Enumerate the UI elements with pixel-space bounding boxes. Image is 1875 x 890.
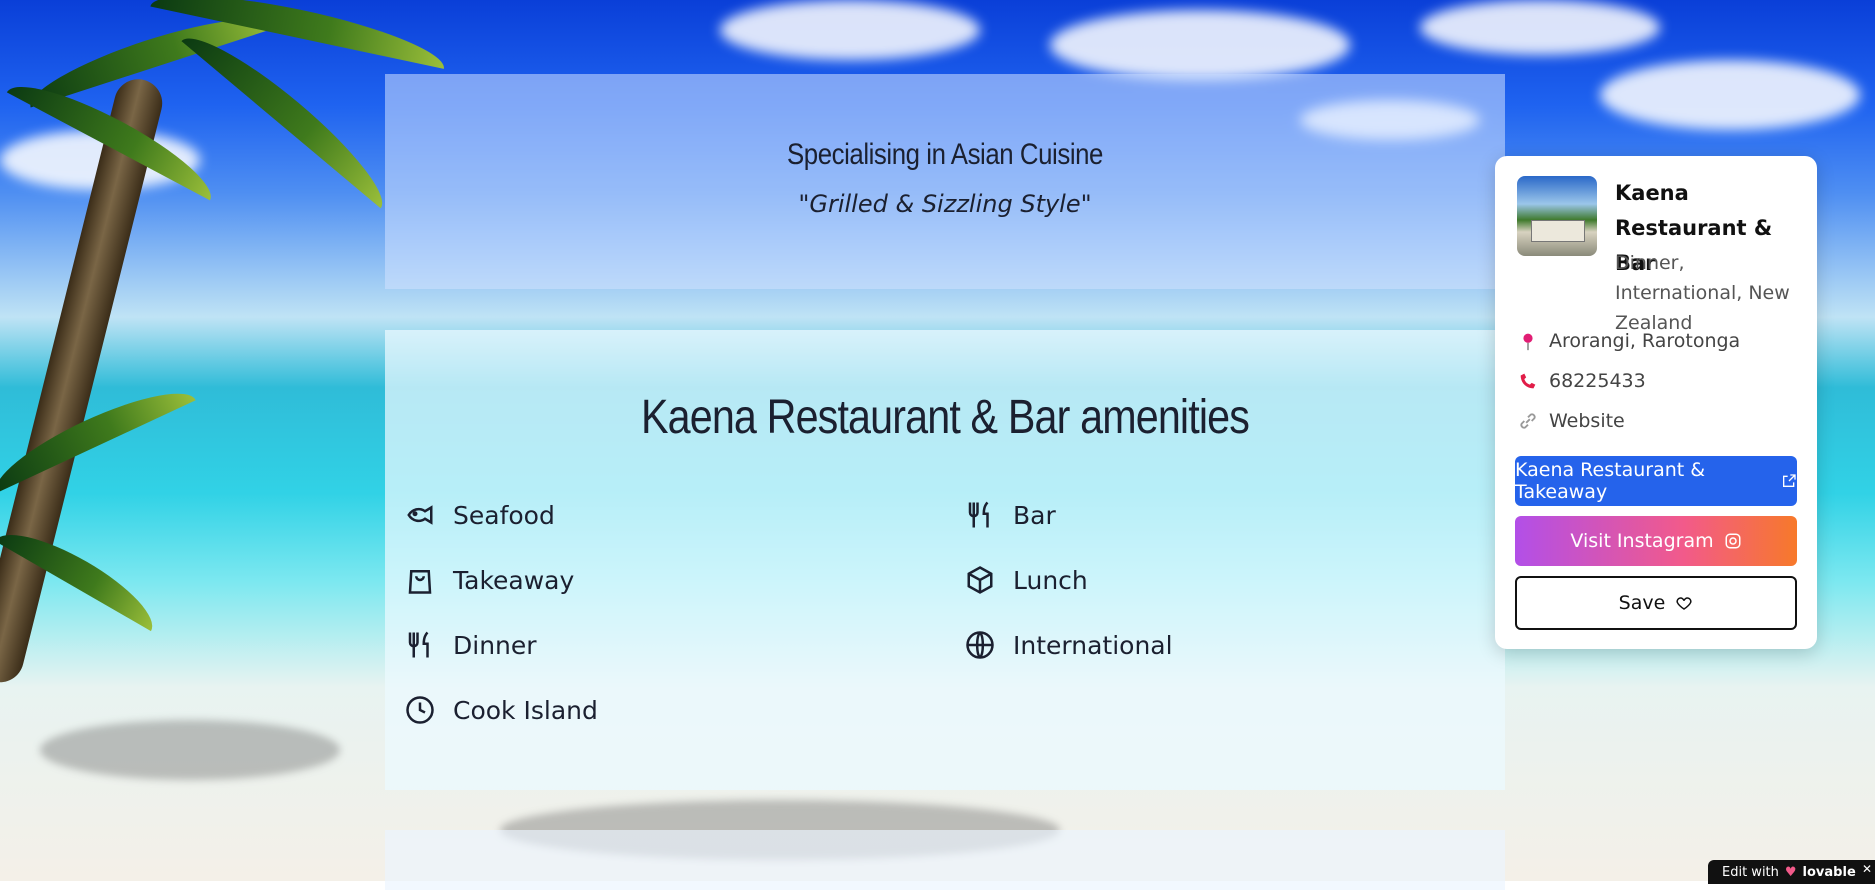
phone-icon: [1520, 373, 1536, 389]
amenity-label: International: [1013, 630, 1173, 660]
amenity-international: International: [965, 630, 1173, 660]
heart-icon: ♥: [1784, 864, 1797, 880]
badge-brand: lovable: [1802, 864, 1856, 880]
amenity-cook-island: Cook Island: [405, 695, 598, 725]
next-section-panel: [385, 830, 1505, 890]
save-button-label: Save: [1618, 592, 1666, 614]
edit-with-lovable-badge[interactable]: Edit with ♥ lovable ✕: [1708, 860, 1875, 884]
amenity-label: Lunch: [1013, 565, 1088, 595]
shopping-bag-icon: [408, 570, 432, 594]
instagram-button-label: Visit Instagram: [1570, 530, 1714, 552]
amenities-panel: Kaena Restaurant & Bar amenities Seafood…: [385, 330, 1505, 790]
amenity-label: Dinner: [453, 630, 537, 660]
website-row: Website: [1517, 410, 1625, 432]
business-categories: Dinner, International, New Zealand: [1615, 252, 1790, 334]
website-link[interactable]: Website: [1549, 410, 1625, 432]
clock-icon: [406, 696, 434, 724]
utensils-icon: [408, 631, 429, 658]
external-link-icon: [1783, 474, 1796, 487]
box-icon: [967, 566, 993, 594]
amenity-label: Takeaway: [453, 565, 575, 595]
specialty-heading: Specialising in Asian Cuisine: [787, 138, 1103, 171]
badge-text: Edit with: [1722, 864, 1779, 880]
restaurant-thumbnail[interactable]: [1517, 176, 1597, 256]
fish-icon: [407, 505, 433, 525]
amenity-bar: Bar: [965, 500, 1056, 530]
link-icon: [1520, 413, 1536, 429]
amenity-seafood: Seafood: [405, 500, 555, 530]
amenity-dinner: Dinner: [405, 630, 537, 660]
cuisine-header-panel: Specialising in Asian Cuisine "Grilled &…: [385, 74, 1505, 289]
amenity-takeaway: Takeaway: [405, 565, 574, 595]
instagram-icon: [1725, 533, 1741, 549]
instagram-button[interactable]: Visit Instagram: [1515, 516, 1797, 566]
amenity-label: Seafood: [453, 500, 555, 530]
pin-icon: [1523, 333, 1533, 351]
phone-row: 68225433: [1517, 370, 1646, 392]
save-button[interactable]: Save: [1515, 576, 1797, 630]
takeaway-button-label: Kaena Restaurant & Takeaway: [1515, 459, 1706, 503]
location-text: Arorangi, Rarotonga: [1549, 330, 1741, 352]
phone-text[interactable]: 68225433: [1549, 370, 1646, 392]
location-row: Arorangi, Rarotonga: [1517, 330, 1740, 352]
business-card: Kaena Restaurant & Bar Dinner, Internati…: [1495, 156, 1817, 649]
heart-icon: [1676, 597, 1692, 610]
amenity-label: Bar: [1013, 500, 1056, 530]
amenities-title: Kaena Restaurant & Bar amenities: [640, 391, 1250, 444]
utensils-icon: [968, 501, 989, 528]
amenity-lunch: Lunch: [965, 565, 1088, 595]
globe-icon: [966, 631, 994, 659]
takeaway-link-button[interactable]: Kaena Restaurant & Takeaway: [1515, 456, 1797, 506]
amenity-label: Cook Island: [453, 695, 598, 725]
close-icon[interactable]: ✕: [1862, 862, 1872, 876]
tagline: "Grilled & Sizzling Style": [798, 190, 1092, 218]
